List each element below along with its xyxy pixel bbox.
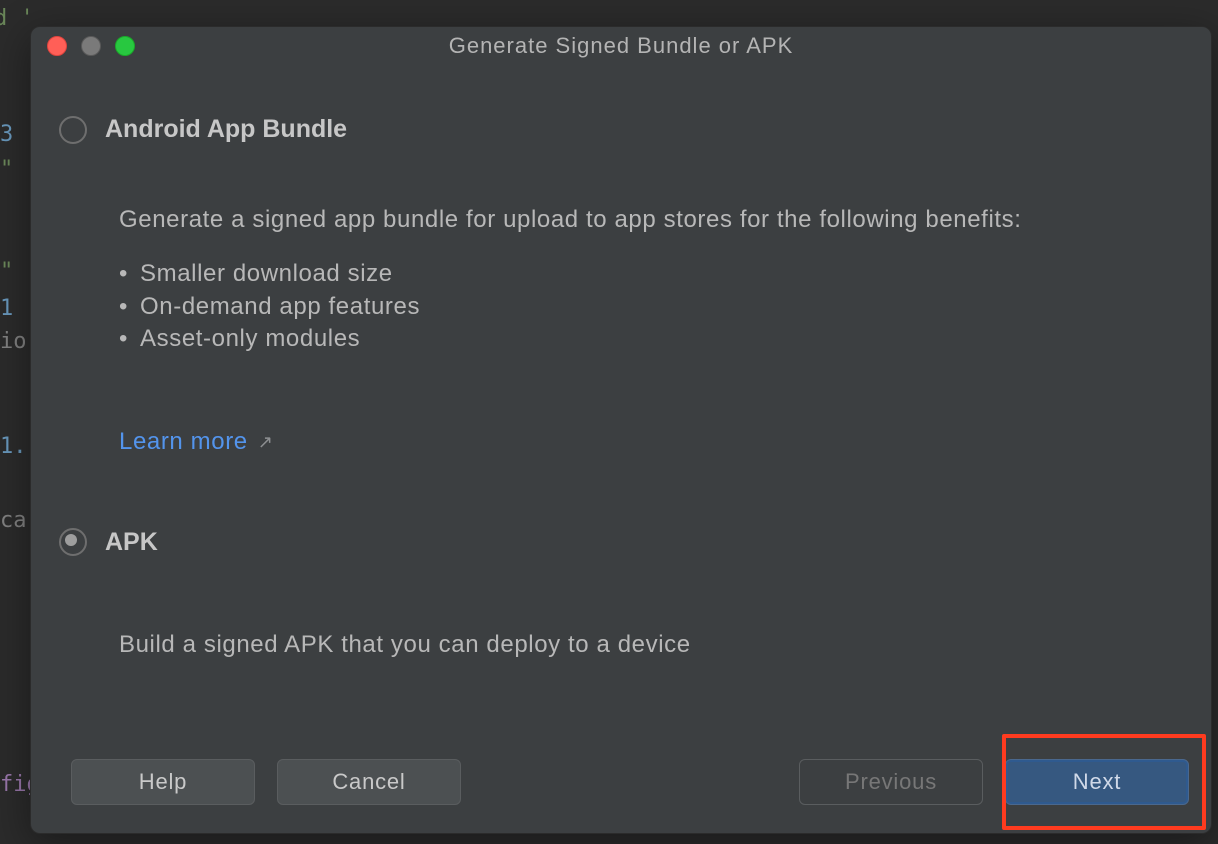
learn-more-label: Learn more	[119, 426, 248, 458]
minimize-icon[interactable]	[81, 36, 101, 56]
editor-background: d '542998533' 3 " " 1 io 1. ca fig	[0, 0, 30, 844]
generate-signed-dialog: Generate Signed Bundle or APK Android Ap…	[30, 26, 1212, 834]
option-apk[interactable]: APK	[59, 528, 1171, 557]
option-label-apk: APK	[105, 528, 158, 557]
dialog-content: Android App Bundle Generate a signed app…	[31, 65, 1211, 759]
option-label-bundle: Android App Bundle	[105, 115, 347, 144]
bundle-intro: Generate a signed app bundle for upload …	[119, 204, 1171, 236]
radio-bundle[interactable]	[59, 116, 87, 144]
dialog-title: Generate Signed Bundle or APK	[31, 33, 1211, 59]
radio-apk[interactable]	[59, 528, 87, 556]
option-android-app-bundle[interactable]: Android App Bundle	[59, 115, 1171, 144]
help-button[interactable]: Help	[71, 759, 255, 805]
list-item: Smaller download size	[119, 258, 1171, 290]
learn-more-link[interactable]: Learn more ↗	[119, 426, 273, 458]
list-item: On-demand app features	[119, 291, 1171, 323]
window-controls	[47, 36, 135, 56]
external-link-icon: ↗	[258, 430, 274, 454]
bundle-benefits-list: Smaller download size On-demand app feat…	[119, 258, 1171, 355]
apk-description: Build a signed APK that you can deploy t…	[59, 629, 1171, 661]
previous-button[interactable]: Previous	[799, 759, 983, 805]
close-icon[interactable]	[47, 36, 67, 56]
cancel-button[interactable]: Cancel	[277, 759, 461, 805]
next-button[interactable]: Next	[1005, 759, 1189, 805]
list-item: Asset-only modules	[119, 323, 1171, 355]
maximize-icon[interactable]	[115, 36, 135, 56]
titlebar: Generate Signed Bundle or APK	[31, 27, 1211, 65]
bundle-section: Generate a signed app bundle for upload …	[59, 204, 1171, 458]
button-bar: Help Cancel Previous Next	[31, 759, 1211, 833]
